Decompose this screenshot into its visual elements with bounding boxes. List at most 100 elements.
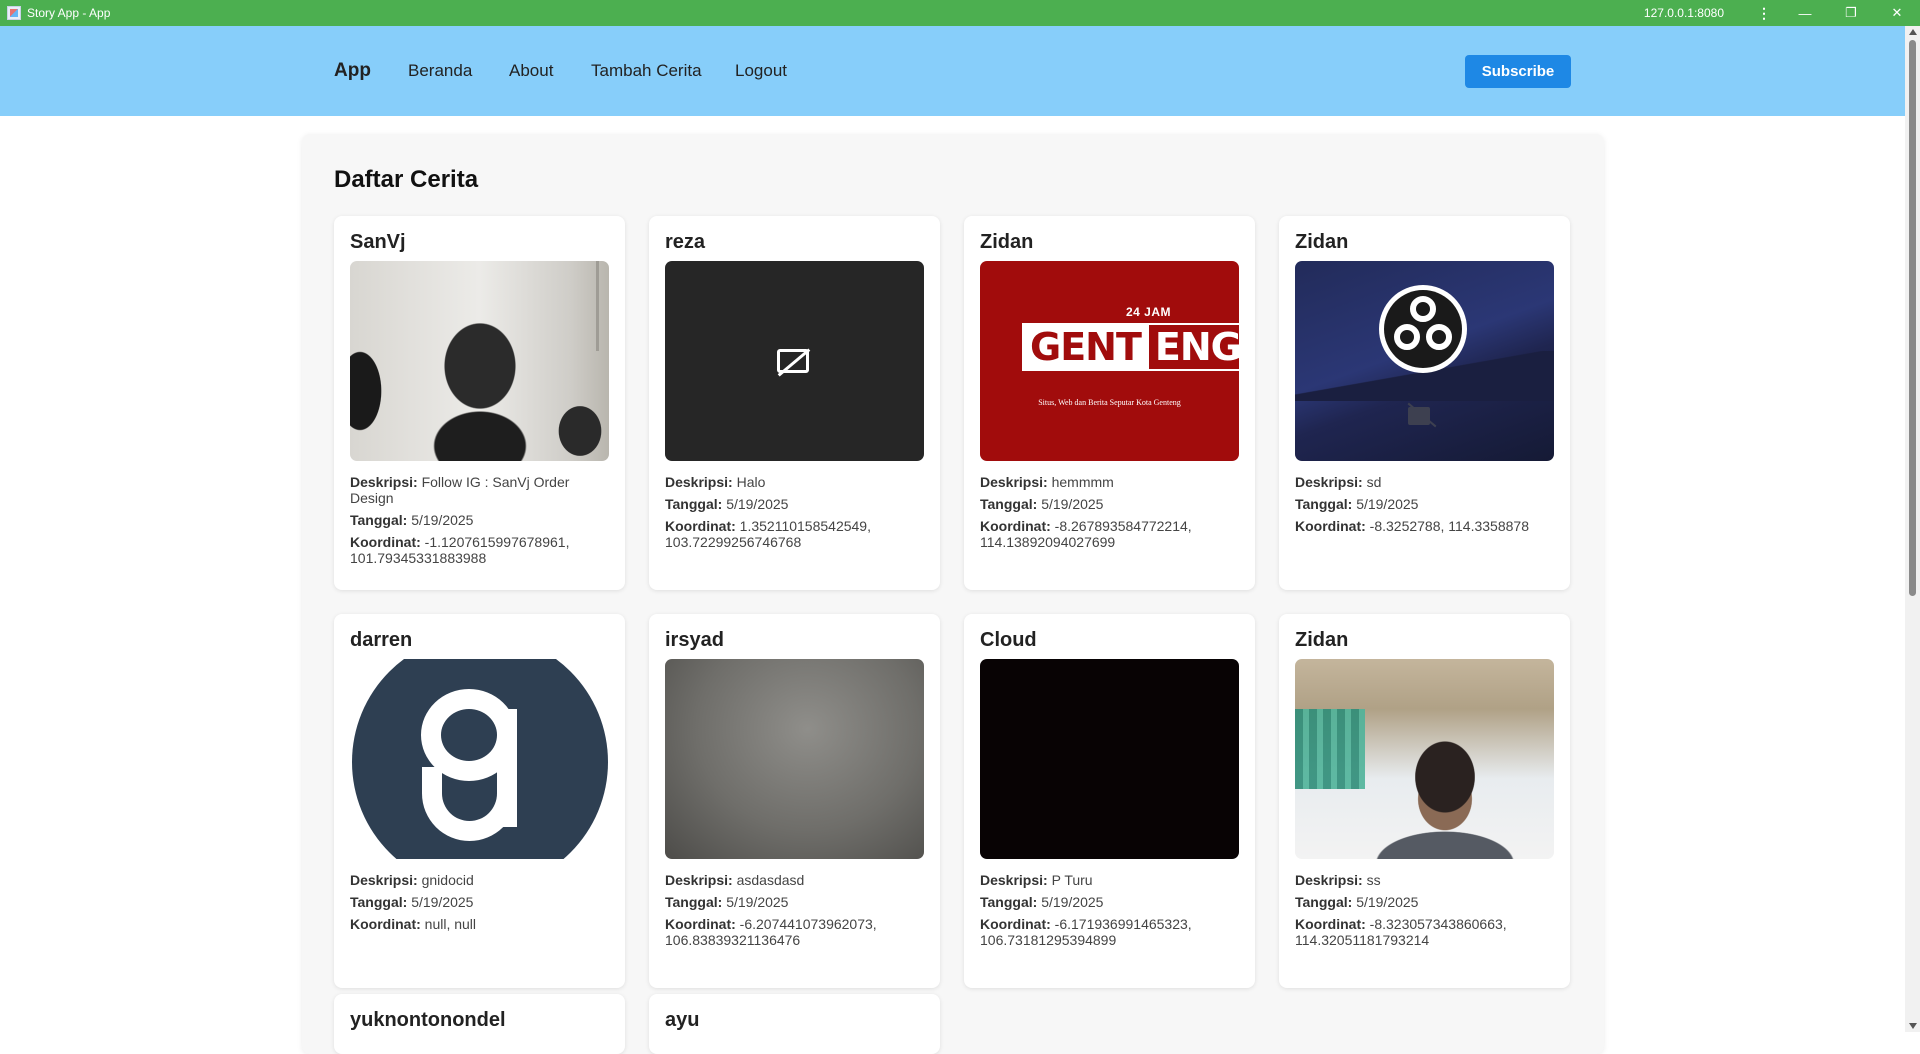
date-label: Tanggal:	[980, 894, 1038, 910]
minimize-icon[interactable]: —	[1782, 0, 1828, 26]
description-label: Deskripsi:	[665, 474, 733, 490]
story-image	[350, 261, 609, 461]
kebab-menu-icon[interactable]: ⋮	[1746, 5, 1782, 22]
coordinates-label: Koordinat:	[665, 916, 736, 932]
story-meta: Deskripsi: hemmmm Tanggal: 5/19/2025 Koo…	[980, 474, 1239, 550]
description-label: Deskripsi:	[350, 474, 418, 490]
nav-link-logout[interactable]: Logout	[735, 61, 787, 81]
date-label: Tanggal:	[665, 894, 723, 910]
story-meta: Deskripsi: ss Tanggal: 5/19/2025 Koordin…	[1295, 872, 1554, 948]
story-meta: Deskripsi: gnidocid Tanggal: 5/19/2025 K…	[350, 872, 609, 932]
story-date: 5/19/2025	[726, 894, 789, 910]
story-date: 5/19/2025	[411, 512, 474, 528]
story-meta: Deskripsi: asdasdasd Tanggal: 5/19/2025 …	[665, 872, 924, 948]
window-host: 127.0.0.1:8080	[1643, 6, 1724, 20]
camera-off-icon	[777, 349, 809, 373]
story-image	[980, 659, 1239, 859]
scroll-down-icon[interactable]	[1909, 1023, 1917, 1029]
story-card[interactable]: reza Deskripsi: Halo Tanggal: 5/19/2025 …	[649, 216, 940, 590]
story-card[interactable]: yuknontonondel	[334, 994, 625, 1054]
story-description: P Turu	[1051, 872, 1093, 888]
story-description: asdasdasd	[736, 872, 805, 888]
story-card[interactable]: Zidan Deskripsi: sd Tanggal: 5/19/2025 K…	[1279, 216, 1570, 590]
description-label: Deskripsi:	[665, 872, 733, 888]
description-label: Deskripsi:	[1295, 474, 1363, 490]
story-author: reza	[665, 231, 706, 253]
story-grid: SanVj Deskripsi: Follow IG : SanVj Order…	[334, 216, 1572, 988]
story-coordinates: null, null	[424, 916, 477, 932]
date-label: Tanggal:	[1295, 496, 1353, 512]
story-description: gnidocid	[421, 872, 474, 888]
story-image	[665, 659, 924, 859]
story-author: yuknontonondel	[350, 1009, 506, 1031]
date-label: Tanggal:	[1295, 894, 1353, 910]
close-icon[interactable]: ✕	[1874, 0, 1920, 26]
coordinates-label: Koordinat:	[350, 534, 421, 550]
app-favicon-icon	[7, 6, 21, 20]
story-meta: Deskripsi: sd Tanggal: 5/19/2025 Koordin…	[1295, 474, 1554, 534]
date-label: Tanggal:	[350, 512, 408, 528]
genteng-logo-top: 24 JAM	[1126, 305, 1172, 319]
coordinates-label: Koordinat:	[665, 518, 736, 534]
story-author: Cloud	[980, 629, 1037, 651]
story-meta: Deskripsi: Follow IG : SanVj Order Desig…	[350, 474, 609, 566]
story-card[interactable]: SanVj Deskripsi: Follow IG : SanVj Order…	[334, 216, 625, 590]
page-scrollbar[interactable]	[1905, 26, 1920, 1032]
coordinates-label: Koordinat:	[350, 916, 421, 932]
restore-icon[interactable]: ❐	[1828, 0, 1874, 26]
genteng-logo: GENT ENG	[1022, 323, 1239, 371]
story-card[interactable]: darren Deskripsi: gnidocid Tanggal: 5/19…	[334, 614, 625, 988]
scrollbar-thumb[interactable]	[1909, 40, 1916, 596]
story-description: hemmmm	[1051, 474, 1114, 490]
genteng-logo-left: GENT	[1022, 323, 1149, 371]
genteng-logo-right: ENG	[1148, 323, 1239, 371]
story-author: Zidan	[1295, 629, 1349, 651]
story-author: irsyad	[665, 629, 724, 651]
story-description: Halo	[736, 474, 766, 490]
description-label: Deskripsi:	[350, 872, 418, 888]
nav-link-beranda[interactable]: Beranda	[408, 61, 472, 81]
page-title: Daftar Cerita	[334, 166, 479, 193]
story-author: darren	[350, 629, 413, 651]
story-card[interactable]: ayu	[649, 994, 940, 1054]
video-off-icon	[1408, 407, 1430, 425]
date-label: Tanggal:	[350, 894, 408, 910]
window-title: Story App - App	[27, 6, 111, 20]
story-date: 5/19/2025	[411, 894, 474, 910]
coordinates-label: Koordinat:	[1295, 518, 1366, 534]
story-image	[665, 261, 924, 461]
story-card[interactable]: Zidan Deskripsi: ss Tanggal: 5/19/2025 K…	[1279, 614, 1570, 988]
description-label: Deskripsi:	[980, 474, 1048, 490]
story-image	[1295, 261, 1554, 461]
nav-link-about[interactable]: About	[509, 61, 553, 81]
navbar: App Beranda About Tambah Cerita Logout S…	[0, 26, 1905, 116]
nav-link-tambah-cerita[interactable]: Tambah Cerita	[591, 61, 702, 81]
description-label: Deskripsi:	[1295, 872, 1363, 888]
window-titlebar: Story App - App 127.0.0.1:8080 ⋮ — ❐ ✕	[0, 0, 1920, 26]
story-image	[1295, 659, 1554, 859]
coordinates-label: Koordinat:	[980, 518, 1051, 534]
genteng-logo-tagline: Situs, Web dan Berita Seputar Kota Gente…	[1038, 398, 1181, 407]
story-image	[350, 659, 609, 859]
subscribe-button[interactable]: Subscribe	[1465, 55, 1571, 88]
story-date: 5/19/2025	[1041, 894, 1104, 910]
story-grid-next-row: yuknontonondel ayu	[334, 994, 1572, 1054]
story-date: 5/19/2025	[726, 496, 789, 512]
story-card[interactable]: Zidan 24 JAM GENT ENG Situs, Web dan Beri…	[964, 216, 1255, 590]
story-author: SanVj	[350, 231, 406, 253]
coordinates-label: Koordinat:	[980, 916, 1051, 932]
story-meta: Deskripsi: P Turu Tanggal: 5/19/2025 Koo…	[980, 872, 1239, 948]
story-card[interactable]: irsyad Deskripsi: asdasdasd Tanggal: 5/1…	[649, 614, 940, 988]
story-author: ayu	[665, 1009, 700, 1031]
obs-logo-icon	[1379, 285, 1467, 373]
story-meta: Deskripsi: Halo Tanggal: 5/19/2025 Koord…	[665, 474, 924, 550]
story-author: Zidan	[1295, 231, 1349, 253]
brand-link[interactable]: App	[334, 60, 371, 82]
coordinates-label: Koordinat:	[1295, 916, 1366, 932]
scroll-up-icon[interactable]	[1909, 29, 1917, 35]
date-label: Tanggal:	[665, 496, 723, 512]
story-card[interactable]: Cloud Deskripsi: P Turu Tanggal: 5/19/20…	[964, 614, 1255, 988]
story-description: ss	[1366, 872, 1381, 888]
story-description: sd	[1366, 474, 1382, 490]
story-coordinates: -8.3252788, 114.3358878	[1369, 518, 1529, 534]
